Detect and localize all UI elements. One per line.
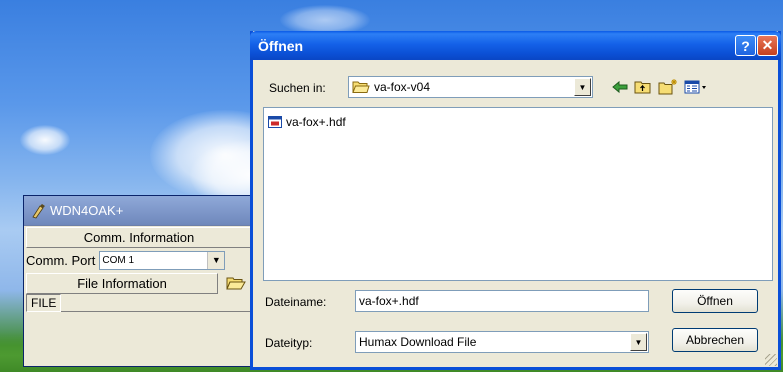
cancel-button[interactable]: Abbrechen	[672, 328, 758, 352]
close-button[interactable]: ✕	[757, 35, 778, 56]
hdf-file-icon	[268, 116, 282, 128]
folder-icon	[352, 81, 370, 93]
filetype-value: Humax Download File	[359, 335, 477, 349]
comm-port-select[interactable]: COM 1 ▼	[99, 250, 226, 270]
file-list[interactable]: va-fox+.hdf	[263, 107, 773, 281]
view-menu-icon	[684, 80, 706, 94]
close-icon: ✕	[761, 37, 774, 53]
dialog-titlebar[interactable]: Öffnen ? ✕	[250, 31, 781, 60]
list-item[interactable]: va-fox+.hdf	[267, 114, 346, 130]
comm-port-value: COM 1	[102, 254, 135, 266]
up-folder-button[interactable]	[633, 78, 653, 96]
chevron-down-icon[interactable]: ▼	[574, 78, 591, 96]
help-icon: ?	[741, 37, 750, 54]
open-dialog: Öffnen ? ✕ Suchen in: va-fox-v04 ▼ va-fo…	[250, 31, 781, 370]
tool-titlebar[interactable]: WDN4OAK+	[24, 196, 254, 226]
cancel-button-label: Abbrechen	[685, 333, 745, 347]
comm-port-row: Comm. Port COM 1 ▼	[24, 248, 254, 272]
folder-open-icon	[226, 277, 246, 290]
lookin-label: Suchen in:	[269, 81, 326, 95]
filetype-select[interactable]: Humax Download File ▼	[355, 331, 649, 353]
tool-window: WDN4OAK+ Comm. Information Comm. Port CO…	[23, 195, 255, 367]
comm-port-label: Comm. Port	[26, 252, 96, 268]
help-button[interactable]: ?	[735, 35, 756, 56]
comm-info-header: Comm. Information	[26, 227, 252, 248]
open-button-label: Öffnen	[697, 294, 733, 308]
chevron-down-icon[interactable]: ▼	[630, 333, 647, 351]
file-label: FILE	[26, 294, 62, 312]
lookin-select[interactable]: va-fox-v04 ▼	[348, 76, 593, 98]
filename-label: Dateiname:	[265, 295, 327, 309]
file-info-header: File Information	[26, 272, 218, 294]
tool-app-icon	[32, 203, 45, 218]
filename-input[interactable]: va-fox+.hdf	[355, 290, 649, 312]
filetype-label: Dateityp:	[265, 336, 313, 350]
new-folder-button[interactable]	[658, 78, 678, 96]
tool-title: WDN4OAK+	[50, 203, 124, 218]
chevron-down-icon[interactable]: ▼	[207, 251, 225, 269]
file-line: FILE	[26, 294, 252, 312]
file-name: va-fox+.hdf	[286, 115, 346, 129]
dialog-title: Öffnen	[258, 37, 304, 54]
file-info-row: File Information	[24, 272, 254, 294]
new-folder-icon	[658, 79, 677, 95]
resize-grip[interactable]	[765, 354, 777, 366]
filename-value: va-fox+.hdf	[359, 294, 419, 308]
browse-folder-button[interactable]	[218, 273, 254, 293]
open-button[interactable]: Öffnen	[672, 289, 758, 313]
back-arrow-icon	[612, 80, 628, 94]
file-path-area	[61, 294, 252, 312]
back-button[interactable]	[610, 78, 630, 96]
up-folder-icon	[634, 81, 651, 94]
lookin-value: va-fox-v04	[374, 80, 431, 94]
view-menu-button[interactable]	[683, 78, 709, 96]
